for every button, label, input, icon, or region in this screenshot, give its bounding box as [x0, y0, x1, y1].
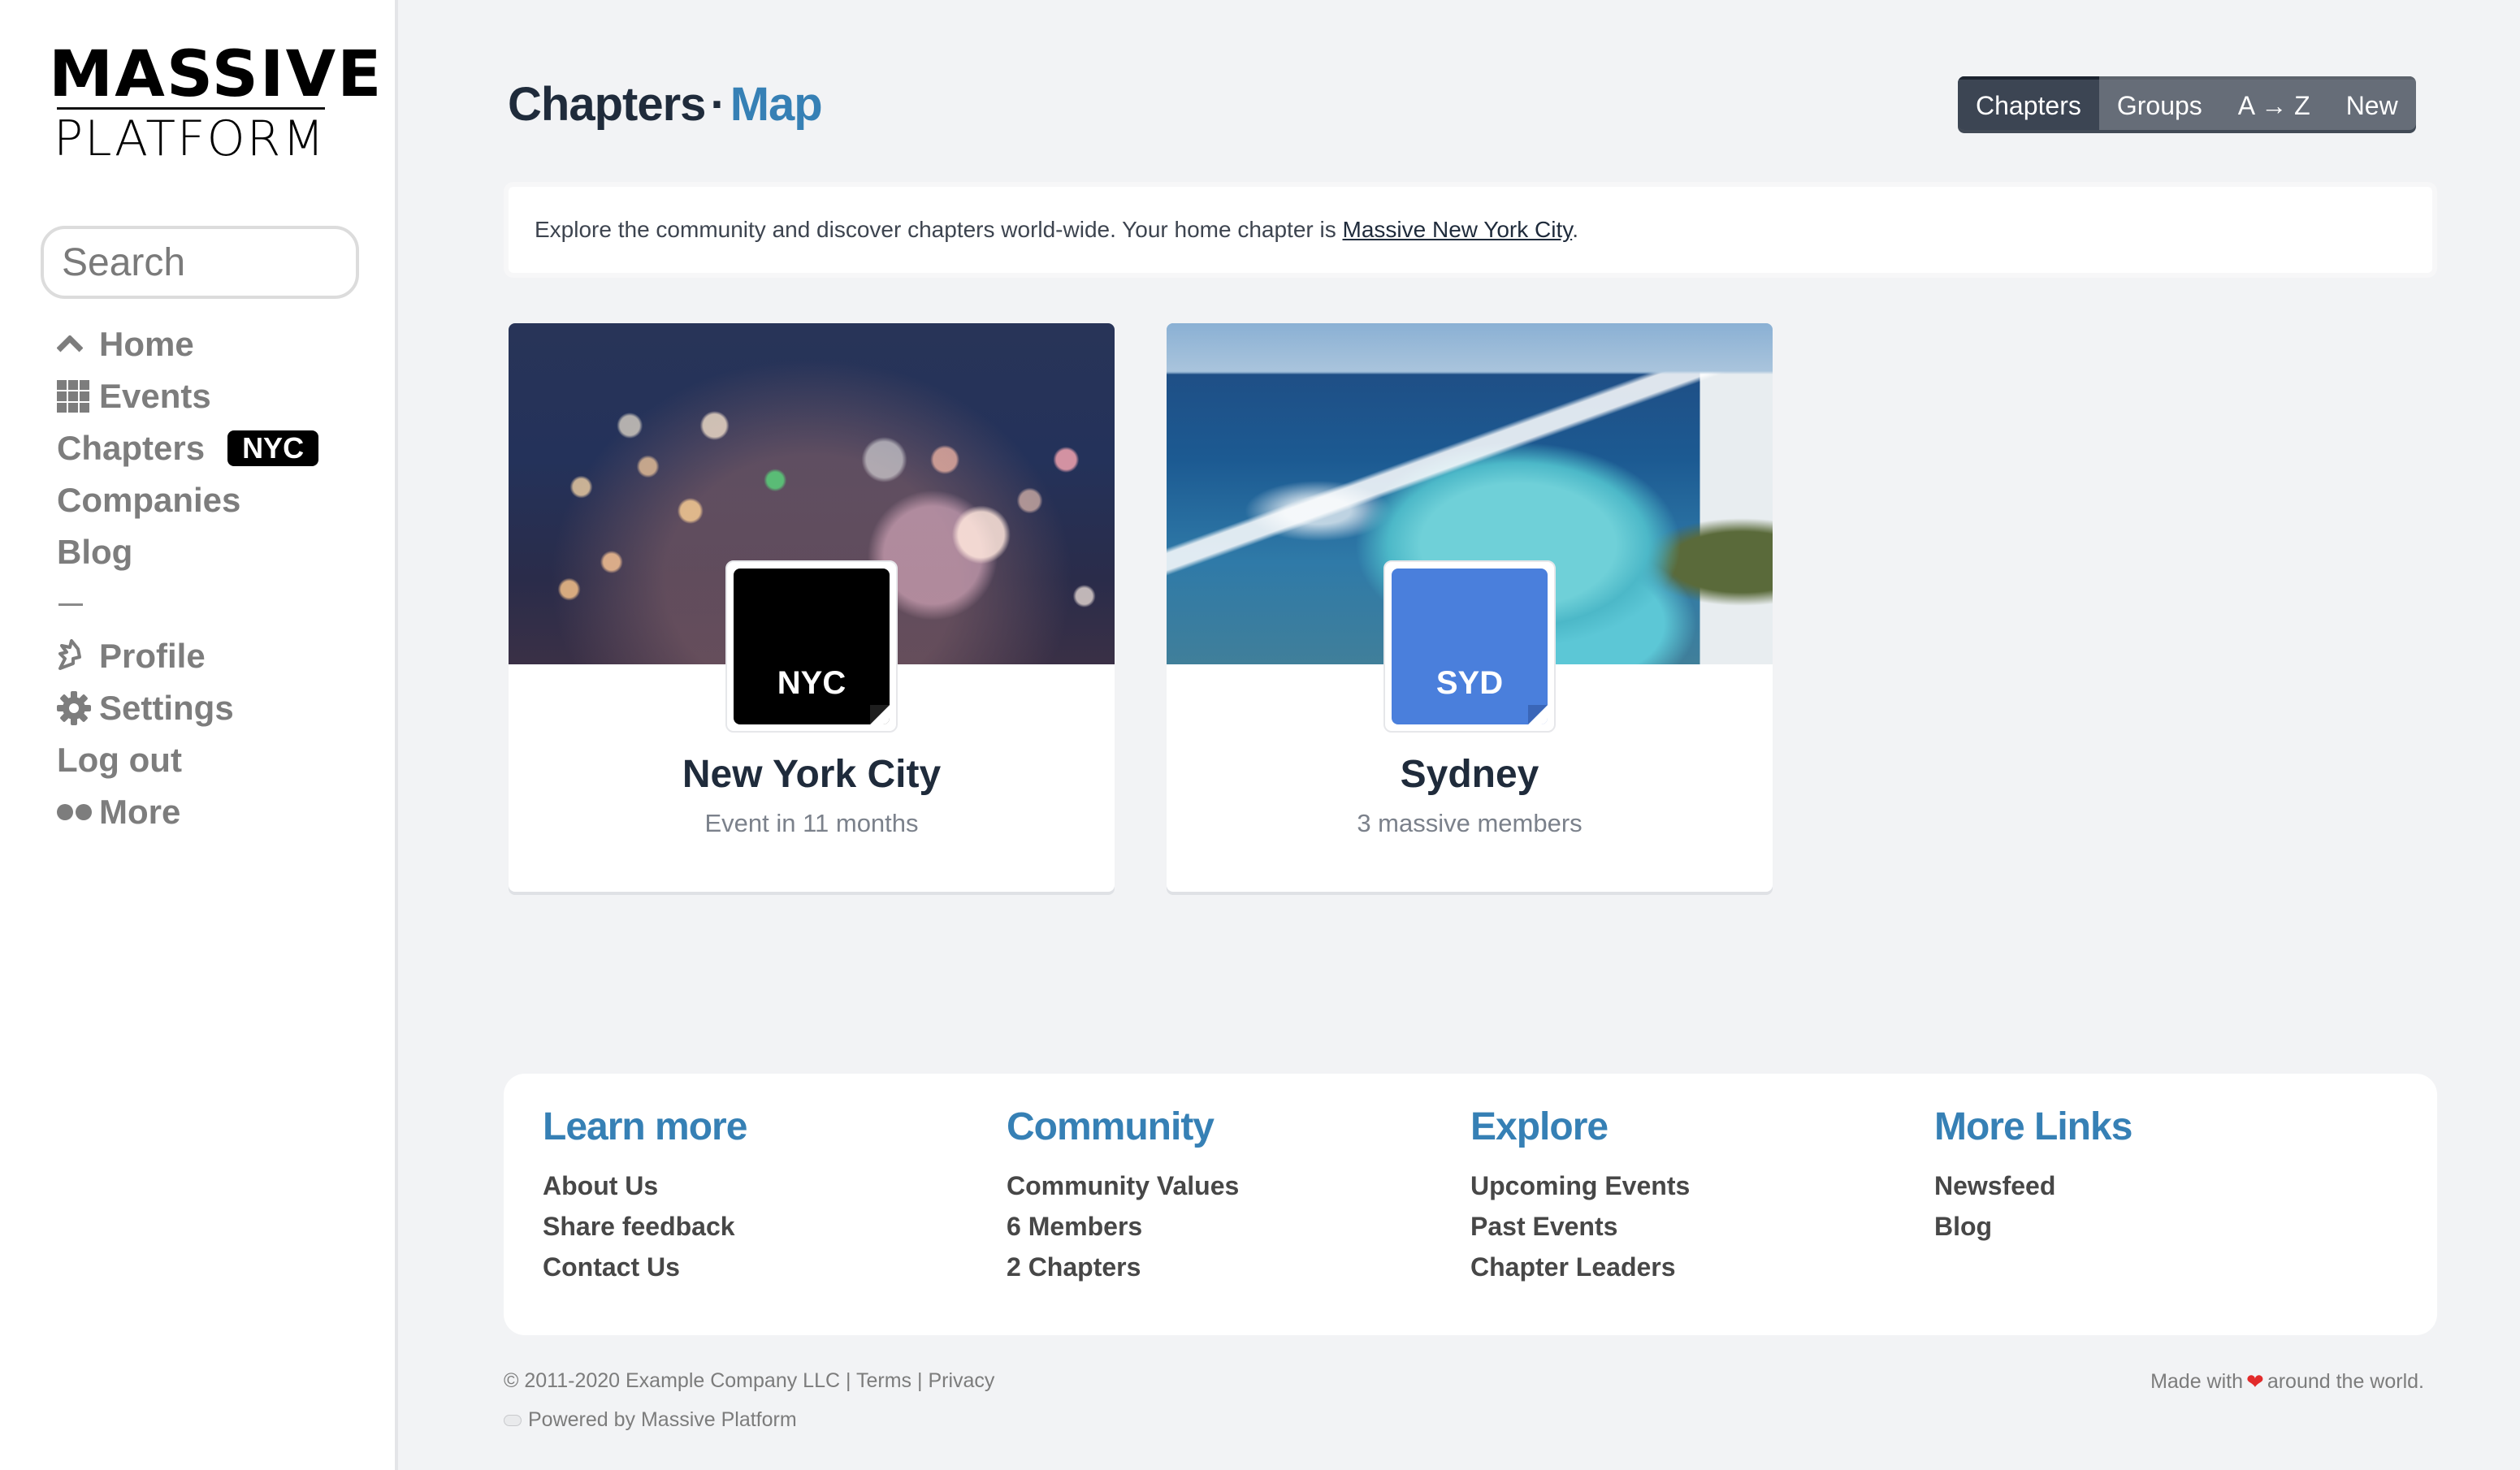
chapter-grid: NYC New York City Event in 11 months SYD… [509, 323, 1773, 892]
terms-link[interactable]: Terms [856, 1369, 911, 1392]
page-title-view: Map [730, 78, 823, 131]
sidebar-item-label: Blog [57, 533, 133, 571]
powered-by-text: Powered by Massive Platform [528, 1408, 797, 1431]
footer-link-about-us[interactable]: About Us [543, 1165, 1007, 1206]
sidebar-item-label: Chapters [57, 429, 206, 467]
chapter-code: SYD [1435, 665, 1504, 701]
powered-by[interactable]: Powered by Massive Platform [504, 1408, 797, 1432]
sidebar-item-label: Home [99, 325, 194, 363]
footer-heading: Learn more [543, 1105, 747, 1148]
logo[interactable]: MASSIVE PLATFORM [49, 43, 382, 167]
intro-suffix: . [1572, 217, 1578, 242]
footer-heading: Explore [1470, 1105, 1609, 1148]
chapter-name: New York City [682, 753, 942, 796]
footer-link-upcoming-events[interactable]: Upcoming Events [1470, 1165, 1934, 1206]
copyright-text: © 2011-2020 Example Company LLC [504, 1369, 841, 1392]
logo-bottom-text: PLATFORM [54, 110, 327, 167]
sidebar-item-settings[interactable]: Settings [57, 682, 318, 734]
footer-heading: Community [1007, 1105, 1215, 1148]
chapter-name: Sydney [1400, 753, 1539, 796]
chevron-up-icon [57, 335, 93, 353]
made-suffix: around the world. [2267, 1370, 2424, 1393]
sidebar-item-more[interactable]: More [57, 786, 318, 838]
gear-icon [57, 691, 93, 725]
search-input[interactable] [41, 226, 359, 299]
footer-link-newsfeed[interactable]: Newsfeed [1934, 1165, 2398, 1206]
sidebar-item-label: Events [99, 377, 211, 415]
sidebar-item-label: Profile [99, 637, 206, 675]
footer-heading: More Links [1934, 1105, 2132, 1148]
page-curl-shadow [870, 705, 890, 724]
footer-link-blog[interactable]: Blog [1934, 1206, 2398, 1247]
chapter-avatar-tile: NYC [734, 569, 890, 724]
legal-divider: | [845, 1369, 851, 1392]
home-chapter-badge: NYC [227, 430, 319, 466]
chapter-code: NYC [777, 665, 846, 701]
page-title-main: Chapters [508, 78, 706, 131]
sidebar-item-label: More [99, 793, 181, 831]
home-chapter-link[interactable]: Massive New York City [1343, 217, 1573, 242]
sidebar-item-events[interactable]: Events [57, 370, 318, 422]
cloud-icon [504, 1414, 522, 1426]
footer-link-community-values[interactable]: Community Values [1007, 1165, 1470, 1206]
intro-panel: Explore the community and discover chapt… [504, 182, 2437, 278]
logo-top-text: MASSIVE [49, 38, 383, 111]
sidebar-item-chapters[interactable]: Chapters NYC [57, 422, 319, 474]
footer-link-chapters[interactable]: 2 Chapters [1007, 1247, 1470, 1287]
view-tabs: Chapters Groups A → Z New [1958, 76, 2416, 130]
footer-link-contact-us[interactable]: Contact Us [543, 1247, 1007, 1287]
sidebar: MASSIVE PLATFORM Home Events Chapters NY… [0, 0, 398, 1470]
page-title: Chapters · Map [508, 77, 823, 132]
legal-divider: | [917, 1369, 923, 1392]
chapter-avatar-tile: SYD [1392, 569, 1548, 724]
tab-groups[interactable]: Groups [2098, 76, 2220, 130]
chapter-card-syd[interactable]: SYD Sydney 3 massive members [1167, 323, 1773, 892]
tab-a-to-z[interactable]: A → Z [2219, 76, 2328, 130]
footer-links: Learn more About Us Share feedback Conta… [504, 1074, 2437, 1335]
footer-column-learn-more: Learn more About Us Share feedback Conta… [543, 1105, 1007, 1335]
intro-text: Explore the community and discover chapt… [535, 217, 1578, 243]
sidebar-item-blog[interactable]: Blog [57, 526, 318, 578]
chapter-card-nyc[interactable]: NYC New York City Event in 11 months [509, 323, 1115, 892]
sidebar-item-profile[interactable]: Profile [57, 630, 318, 682]
sidebar-item-label: Settings [99, 689, 234, 727]
sidebar-item-label: Companies [57, 481, 241, 519]
heart-icon: ❤ [2246, 1369, 2264, 1394]
footer-link-members[interactable]: 6 Members [1007, 1206, 1470, 1247]
privacy-link[interactable]: Privacy [928, 1369, 994, 1392]
tab-new[interactable]: New [2327, 76, 2416, 130]
chapter-avatar: NYC [725, 560, 898, 733]
sidebar-item-companies[interactable]: Companies [57, 474, 318, 526]
sidebar-item-logout[interactable]: Log out [57, 734, 318, 786]
footer-column-explore: Explore Upcoming Events Past Events Chap… [1470, 1105, 1934, 1335]
intro-text-body: Explore the community and discover chapt… [535, 217, 1343, 242]
sidebar-item-home[interactable]: Home [57, 318, 318, 370]
made-prefix: Made with [2150, 1370, 2244, 1393]
sidebar-item-label: Log out [57, 741, 182, 779]
tab-chapters[interactable]: Chapters [1958, 76, 2099, 130]
footer-link-chapter-leaders[interactable]: Chapter Leaders [1470, 1247, 1934, 1287]
dots-icon [57, 803, 93, 821]
footer-column-community: Community Community Values 6 Members 2 C… [1007, 1105, 1470, 1335]
chapter-subtitle: 3 massive members [1357, 809, 1583, 837]
grid-icon [57, 380, 93, 413]
made-with-love: Made with ❤ around the world. [2150, 1369, 2424, 1394]
chapter-subtitle: Event in 11 months [704, 809, 919, 837]
sidebar-nav: Home Events Chapters NYC Companies Blog [57, 318, 319, 838]
title-separator: · [710, 78, 725, 131]
profile-icon [57, 639, 93, 673]
page-curl-shadow [1528, 705, 1548, 724]
footer-link-share-feedback[interactable]: Share feedback [543, 1206, 1007, 1247]
chapter-avatar: SYD [1383, 560, 1556, 733]
footer-link-past-events[interactable]: Past Events [1470, 1206, 1934, 1247]
footer-column-more-links: More Links Newsfeed Blog [1934, 1105, 2398, 1335]
legal-line: © 2011-2020 Example Company LLC | Terms … [504, 1369, 994, 1393]
sidebar-divider [57, 578, 318, 630]
